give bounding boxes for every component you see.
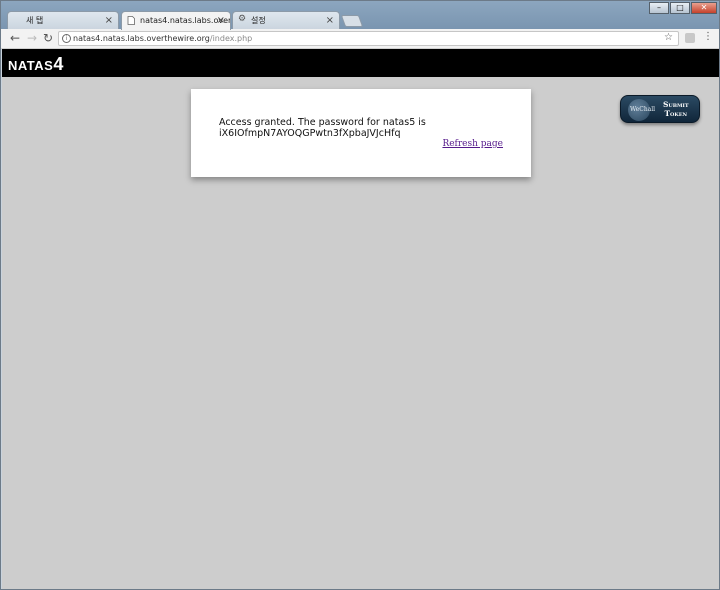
content-box: Access granted. The password for natas5 … [191, 89, 531, 177]
access-message: Access granted. The password for natas5 … [219, 117, 426, 139]
tab-title: 새 탭 [26, 16, 44, 25]
address-path: /index.php [209, 34, 253, 43]
back-button[interactable]: ← [8, 31, 22, 45]
browser-window: 새 탭 × natas4.natas.labs.overthe × ⚙ 설정 ×… [0, 0, 720, 590]
close-icon[interactable]: × [326, 12, 334, 29]
message-line: Access granted. The password for natas5 … [219, 117, 426, 128]
minimize-button[interactable]: – [649, 2, 669, 14]
bookmark-star-icon[interactable]: ☆ [664, 32, 673, 43]
forward-button[interactable]: → [25, 31, 39, 45]
submit-token-label: Submit Token [663, 100, 689, 118]
close-icon[interactable]: × [105, 12, 113, 29]
browser-toolbar: ← → ↻ i natas4.natas.labs.overthewire.or… [1, 29, 719, 49]
info-icon[interactable]: i [62, 34, 71, 43]
natas-logo: NATAS4 [8, 54, 64, 75]
menu-icon[interactable]: ⋮ [703, 31, 713, 42]
reload-button[interactable]: ↻ [41, 31, 55, 45]
refresh-page-link[interactable]: Refresh page [442, 139, 503, 149]
close-window-button[interactable]: ✕ [691, 2, 717, 14]
tab-title: 설정 [251, 16, 266, 25]
tab-new-tab[interactable]: 새 탭 × [7, 11, 119, 29]
gear-icon: ⚙ [238, 14, 247, 24]
tab-strip: 새 탭 × natas4.natas.labs.overthe × ⚙ 설정 ×… [1, 1, 719, 30]
tab-natas4[interactable]: natas4.natas.labs.overthe × [121, 11, 231, 30]
extension-icon[interactable] [685, 33, 695, 43]
logo-text: NATAS [8, 58, 54, 73]
submit-token-button[interactable]: WeChall Submit Token [620, 95, 700, 123]
close-icon[interactable]: × [217, 12, 225, 29]
web-page: NATAS4 Access granted. The password for … [2, 49, 719, 589]
window-controls: – □ ✕ [648, 2, 717, 14]
wechall-badge: WeChall [630, 106, 656, 113]
address-bar[interactable]: i natas4.natas.labs.overthewire.org/inde… [58, 31, 679, 46]
maximize-button[interactable]: □ [670, 2, 690, 14]
page-icon [127, 16, 135, 25]
submit-label-line2: Token [664, 109, 688, 118]
page-header: NATAS4 [2, 49, 719, 77]
submit-label-line1: Submit [663, 100, 689, 109]
new-tab-button[interactable] [340, 15, 364, 27]
password-text: iX6IOfmpN7AYOQGPwtn3fXpbaJVJcHfq [219, 128, 401, 139]
logo-number: 4 [53, 54, 64, 74]
tab-settings[interactable]: ⚙ 설정 × [232, 11, 340, 29]
address-host: natas4.natas.labs.overthewire.org [73, 34, 210, 43]
